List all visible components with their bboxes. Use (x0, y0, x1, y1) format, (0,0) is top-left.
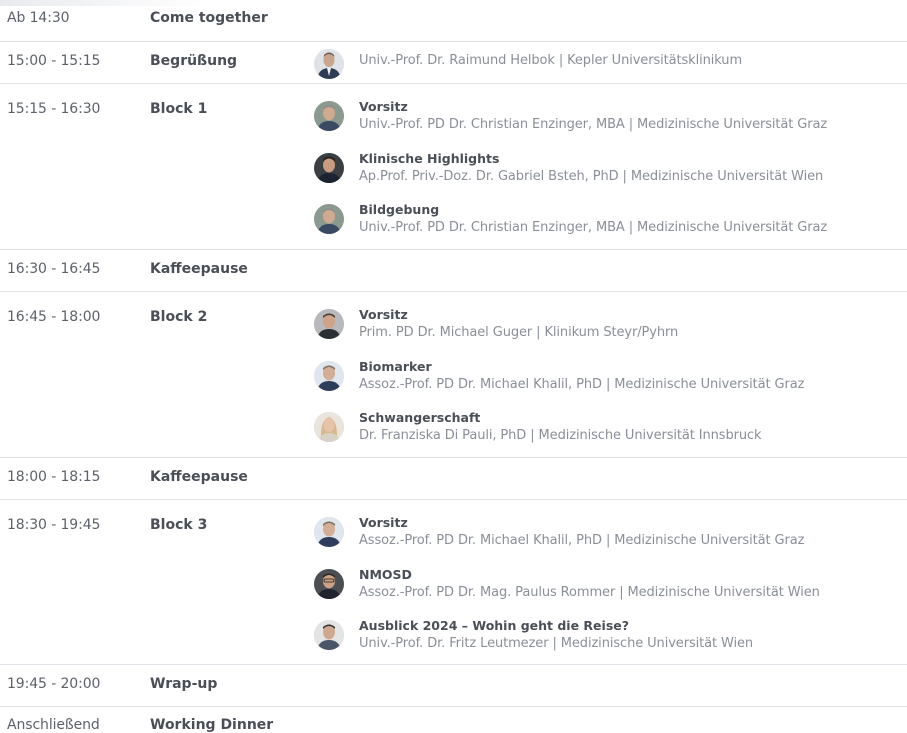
speaker-entry: Ausblick 2024 – Wohin geht die Reise? Un… (314, 618, 907, 660)
session-role: Schwangerschaft (359, 410, 481, 425)
top-fade (0, 0, 210, 6)
row-title: Working Dinner (150, 717, 274, 733)
row-time: 16:45 - 18:00 (7, 309, 101, 325)
row-title: Kaffeepause (150, 469, 248, 485)
speaker-name: Univ.-Prof. Dr. Fritz Leutmezer | Medizi… (359, 636, 754, 651)
speaker-name: Univ.-Prof. Dr. Raimund Helbok | Kepler … (359, 53, 743, 68)
row-title: Block 1 (150, 101, 208, 117)
row-title: Kaffeepause (150, 261, 248, 277)
row-divider (0, 83, 907, 84)
agenda-row: Ab 14:30 Come together (0, 10, 907, 40)
row-divider (0, 249, 907, 250)
speaker-name: Assoz.-Prof. PD Dr. Mag. Paulus Rommer |… (359, 585, 820, 600)
agenda-row: 18:00 - 18:15 Kaffeepause (0, 469, 907, 499)
row-divider (0, 457, 907, 458)
speaker-avatar (314, 49, 344, 79)
session-role: Biomarker (359, 359, 432, 374)
speaker-name: Assoz.-Prof. PD Dr. Michael Khalil, PhD … (359, 533, 805, 548)
row-time: 19:45 - 20:00 (7, 676, 101, 692)
speaker-entry: Klinische Highlights Ap.Prof. Priv.-Doz.… (314, 151, 907, 193)
row-divider (0, 499, 907, 500)
speaker-entry: Bildgebung Univ.-Prof. PD Dr. Christian … (314, 202, 907, 244)
row-title: Wrap-up (150, 676, 218, 692)
row-title: Block 2 (150, 309, 208, 325)
row-time: 16:30 - 16:45 (7, 261, 101, 277)
speaker-avatar (314, 517, 344, 547)
speaker-entry: Vorsitz Prim. PD Dr. Michael Guger | Kli… (314, 307, 907, 349)
speaker-name: Ap.Prof. Priv.-Doz. Dr. Gabriel Bsteh, P… (359, 169, 824, 184)
speaker-avatar (314, 153, 344, 183)
session-role: NMOSD (359, 567, 412, 582)
speaker-name: Univ.-Prof. PD Dr. Christian Enzinger, M… (359, 117, 828, 132)
session-role: Ausblick 2024 – Wohin geht die Reise? (359, 618, 629, 633)
speaker-avatar (314, 309, 344, 339)
speaker-entry: Schwangerschaft Dr. Franziska Di Pauli, … (314, 410, 907, 452)
speaker-avatar (314, 204, 344, 234)
speaker-name: Assoz.-Prof. PD Dr. Michael Khalil, PhD … (359, 377, 805, 392)
agenda-row: 15:15 - 16:30 Block 1 Vorsitz Univ.-Prof… (0, 99, 907, 247)
speaker-entry: NMOSD Assoz.-Prof. PD Dr. Mag. Paulus Ro… (314, 567, 907, 609)
speaker-entry: Vorsitz Univ.-Prof. PD Dr. Christian Enz… (314, 99, 907, 141)
speaker-entry: Vorsitz Assoz.-Prof. PD Dr. Michael Khal… (314, 515, 907, 557)
speaker-avatar (314, 620, 344, 650)
speaker-avatar (314, 569, 344, 599)
speaker-name: Dr. Franziska Di Pauli, PhD | Medizinisc… (359, 428, 762, 443)
speaker-entry: Univ.-Prof. Dr. Raimund Helbok | Kepler … (314, 47, 907, 87)
row-time: 15:15 - 16:30 (7, 101, 101, 117)
row-divider (0, 664, 907, 665)
agenda-row: 19:45 - 20:00 Wrap-up (0, 676, 907, 706)
row-title: Block 3 (150, 517, 208, 533)
speaker-name: Univ.-Prof. PD Dr. Christian Enzinger, M… (359, 220, 828, 235)
row-divider (0, 41, 907, 42)
row-time: Anschließend (7, 717, 100, 733)
session-role: Bildgebung (359, 202, 440, 217)
row-time: 18:30 - 19:45 (7, 517, 101, 533)
agenda-row: 18:30 - 19:45 Block 3 Vorsitz Assoz.-Pro… (0, 515, 907, 663)
speaker-entry: Biomarker Assoz.-Prof. PD Dr. Michael Kh… (314, 359, 907, 401)
row-title: Come together (150, 10, 268, 26)
session-role: Vorsitz (359, 307, 408, 322)
speaker-avatar (314, 361, 344, 391)
row-title: Begrüßung (150, 53, 238, 69)
session-role: Vorsitz (359, 515, 408, 530)
agenda-row: Anschließend Working Dinner (0, 717, 907, 733)
agenda-row: 16:45 - 18:00 Block 2 Vorsitz Prim. PD D… (0, 307, 907, 455)
row-time: 18:00 - 18:15 (7, 469, 101, 485)
session-role: Vorsitz (359, 99, 408, 114)
speaker-avatar (314, 101, 344, 131)
speaker-avatar (314, 412, 344, 442)
row-divider (0, 706, 907, 707)
speaker-name: Prim. PD Dr. Michael Guger | Klinikum St… (359, 325, 679, 340)
agenda-row: 16:30 - 16:45 Kaffeepause (0, 261, 907, 291)
row-divider (0, 291, 907, 292)
session-role: Klinische Highlights (359, 151, 500, 166)
row-time: 15:00 - 15:15 (7, 53, 101, 69)
row-time: Ab 14:30 (7, 10, 70, 26)
agenda-row: 15:00 - 15:15 Begrüßung Univ.-Prof. Dr. … (0, 49, 907, 83)
